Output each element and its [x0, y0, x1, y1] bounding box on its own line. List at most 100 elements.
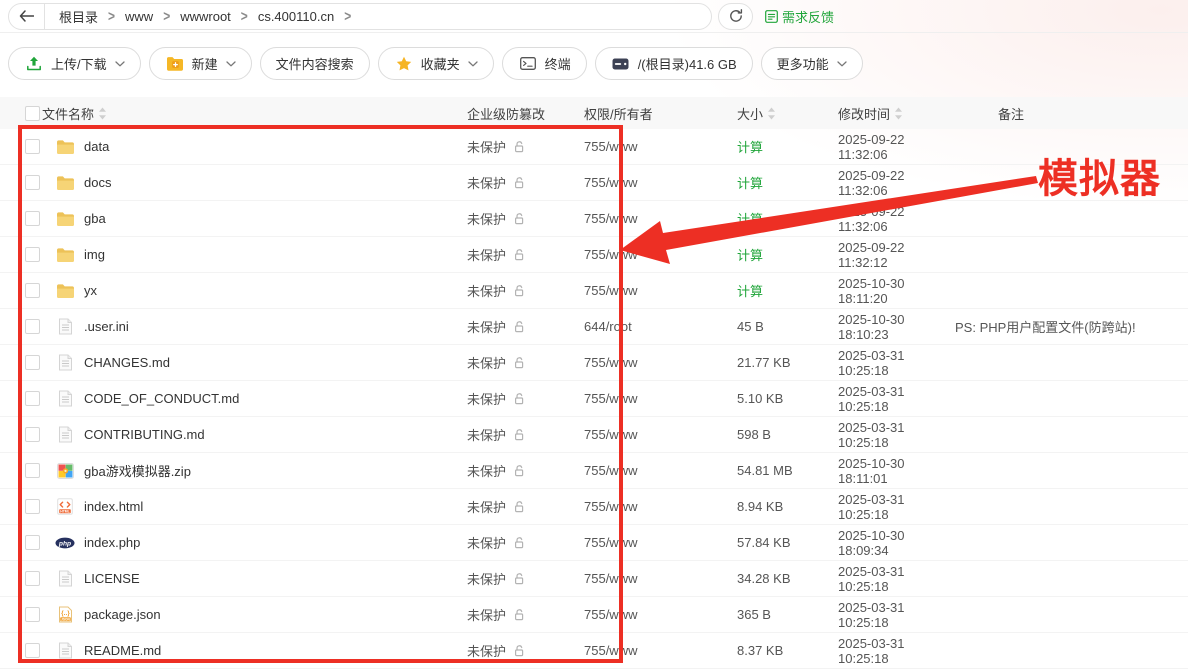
breadcrumb-separator: > — [157, 7, 176, 25]
breadcrumb-item[interactable]: cs.400110.cn — [254, 9, 338, 24]
more-button[interactable]: 更多功能 — [761, 47, 863, 80]
tamper-status: 未保护 — [467, 137, 506, 156]
tamper-status: 未保护 — [467, 173, 506, 192]
file-name[interactable]: LICENSE — [84, 571, 140, 586]
header-mtime[interactable]: 修改时间 — [838, 104, 903, 123]
unlock-icon — [509, 644, 529, 657]
file-size: 21.77 KB — [737, 355, 791, 370]
feedback-link[interactable]: 需求反馈 — [765, 7, 834, 26]
file-name[interactable]: img — [84, 247, 105, 262]
terminal-button[interactable]: 终端 — [502, 47, 587, 80]
breadcrumb-item[interactable]: 根目录 — [55, 7, 102, 26]
select-all-checkbox[interactable] — [25, 106, 40, 121]
row-checkbox[interactable] — [25, 175, 40, 190]
breadcrumb-item[interactable]: wwwroot — [176, 9, 235, 24]
content-search-button[interactable]: 文件内容搜索 — [260, 47, 370, 80]
remark: PS: PHP用户配置文件(防跨站)! — [955, 320, 1136, 335]
favorites-label: 收藏夹 — [421, 54, 460, 73]
modified-time: 2025-09-22 11:32:06 — [838, 168, 905, 198]
file-name[interactable]: README.md — [84, 643, 161, 658]
header-tamper[interactable]: 企业级防篡改 — [467, 104, 545, 123]
more-label: 更多功能 — [777, 54, 829, 73]
row-checkbox[interactable] — [25, 427, 40, 442]
header-name[interactable]: 文件名称 — [42, 104, 107, 123]
unlock-icon — [509, 536, 529, 549]
compute-size-link[interactable]: 计算 — [737, 140, 763, 155]
svg-text:{..}: {..} — [61, 610, 70, 617]
tamper-status: 未保护 — [467, 641, 506, 660]
file-icon — [55, 354, 75, 371]
row-checkbox[interactable] — [25, 247, 40, 262]
tamper-status: 未保护 — [467, 389, 506, 408]
breadcrumb-separator: > — [235, 7, 254, 25]
upload-download-button[interactable]: 上传/下载 — [8, 47, 141, 80]
modified-time: 2025-03-31 10:25:18 — [838, 564, 905, 594]
row-checkbox[interactable] — [25, 499, 40, 514]
breadcrumb-separator: > — [102, 7, 121, 25]
chevron-down-icon — [468, 61, 478, 67]
sort-icon — [98, 107, 107, 120]
back-button[interactable] — [9, 4, 45, 29]
file-name[interactable]: docs — [84, 175, 111, 190]
row-checkbox[interactable] — [25, 643, 40, 658]
file-name[interactable]: CONTRIBUTING.md — [84, 427, 205, 442]
top-bar: 根目录>www>wwwroot>cs.400110.cn> 需求反馈 — [0, 0, 1188, 33]
compute-size-link[interactable]: 计算 — [737, 284, 763, 299]
file-size: 365 B — [737, 607, 771, 622]
table-row: gba未保护755/www计算2025-09-22 11:32:06 — [0, 201, 1188, 237]
row-checkbox[interactable] — [25, 535, 40, 550]
favorites-button[interactable]: 收藏夹 — [378, 47, 494, 80]
file-name[interactable]: gba — [84, 211, 106, 226]
file-name[interactable]: CODE_OF_CONDUCT.md — [84, 391, 239, 406]
file-name[interactable]: .user.ini — [84, 319, 129, 334]
row-checkbox[interactable] — [25, 283, 40, 298]
permission-owner: 755/www — [584, 355, 637, 370]
file-icon — [55, 642, 75, 659]
file-name[interactable]: gba游戏模拟器.zip — [84, 461, 191, 480]
refresh-button[interactable] — [718, 3, 753, 30]
file-name[interactable]: CHANGES.md — [84, 355, 170, 370]
modified-time: 2025-03-31 10:25:18 — [838, 600, 905, 630]
tamper-status: 未保护 — [467, 353, 506, 372]
terminal-label: 终端 — [545, 54, 571, 73]
compute-size-link[interactable]: 计算 — [737, 212, 763, 227]
row-checkbox[interactable] — [25, 139, 40, 154]
file-name[interactable]: data — [84, 139, 109, 154]
tamper-status: 未保护 — [467, 533, 506, 552]
unlock-icon — [509, 428, 529, 441]
tamper-status: 未保护 — [467, 569, 506, 588]
header-perm[interactable]: 权限/所有者 — [584, 104, 653, 123]
row-checkbox[interactable] — [25, 463, 40, 478]
modified-time: 2025-03-31 10:25:18 — [838, 384, 905, 414]
row-checkbox[interactable] — [25, 319, 40, 334]
file-icon — [55, 390, 75, 407]
row-checkbox[interactable] — [25, 607, 40, 622]
file-size: 54.81 MB — [737, 463, 793, 478]
tamper-status: 未保护 — [467, 605, 506, 624]
chevron-down-icon — [837, 61, 847, 67]
file-name[interactable]: index.html — [84, 499, 143, 514]
folder-icon — [55, 283, 75, 299]
unlock-icon — [509, 284, 529, 297]
compute-size-link[interactable]: 计算 — [737, 176, 763, 191]
disk-root-button[interactable]: /(根目录)41.6 GB — [595, 47, 753, 80]
folder-icon — [55, 247, 75, 263]
breadcrumb-item[interactable]: www — [121, 9, 157, 24]
sort-icon — [767, 107, 776, 120]
new-button[interactable]: 新建 — [149, 47, 252, 80]
new-folder-icon — [165, 56, 185, 71]
unlock-icon — [509, 356, 529, 369]
file-name[interactable]: yx — [84, 283, 97, 298]
row-checkbox[interactable] — [25, 355, 40, 370]
file-name[interactable]: index.php — [84, 535, 140, 550]
file-size: 34.28 KB — [737, 571, 791, 586]
row-checkbox[interactable] — [25, 391, 40, 406]
row-checkbox[interactable] — [25, 571, 40, 586]
permission-owner: 755/www — [584, 463, 637, 478]
row-checkbox[interactable] — [25, 211, 40, 226]
compute-size-link[interactable]: 计算 — [737, 248, 763, 263]
permission-owner: 755/www — [584, 247, 637, 262]
file-size: 57.84 KB — [737, 535, 791, 550]
file-name[interactable]: package.json — [84, 607, 161, 622]
header-size[interactable]: 大小 — [737, 104, 776, 123]
